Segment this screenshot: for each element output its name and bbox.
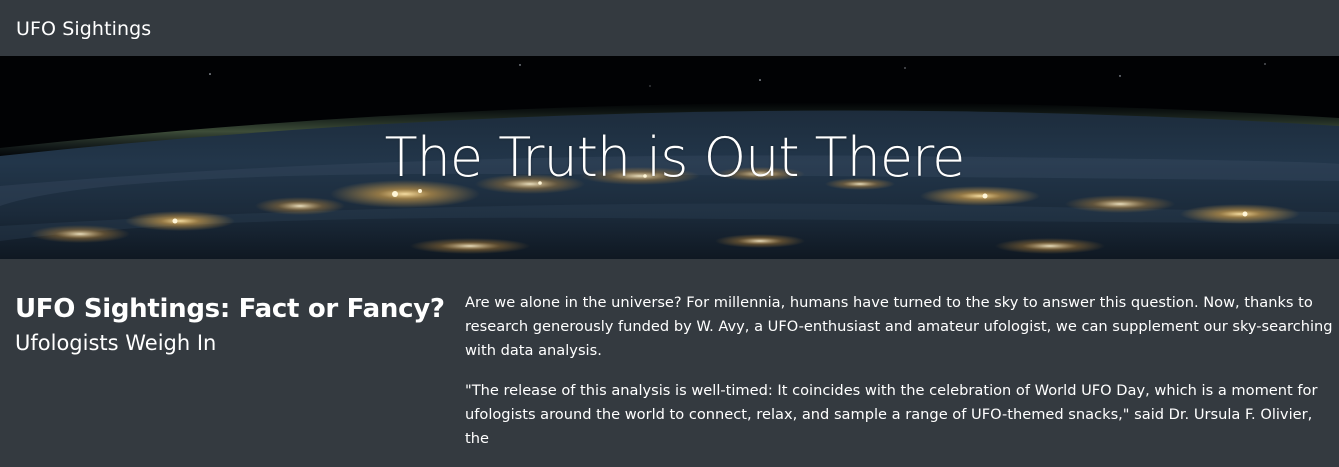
article-subtitle: Ufologists Weigh In xyxy=(15,331,217,355)
article-section: UFO Sightings: Fact or Fancy? Ufologists… xyxy=(0,259,1339,447)
navbar: UFO Sightings xyxy=(0,0,1339,56)
article-title: UFO Sightings: Fact or Fancy? xyxy=(15,294,445,324)
article-paragraph: Are we alone in the universe? For millen… xyxy=(465,294,1333,359)
hero-title: The Truth is Out There xyxy=(384,126,966,189)
article-body: Are we alone in the universe? For millen… xyxy=(465,291,1335,467)
article-header: UFO Sightings: Fact or Fancy? Ufologists… xyxy=(15,292,445,360)
article-paragraph: "The release of this analysis is well-ti… xyxy=(465,382,1318,447)
navbar-brand-link[interactable]: UFO Sightings xyxy=(16,16,151,42)
hero-jumbotron: The Truth is Out There xyxy=(0,56,1339,259)
